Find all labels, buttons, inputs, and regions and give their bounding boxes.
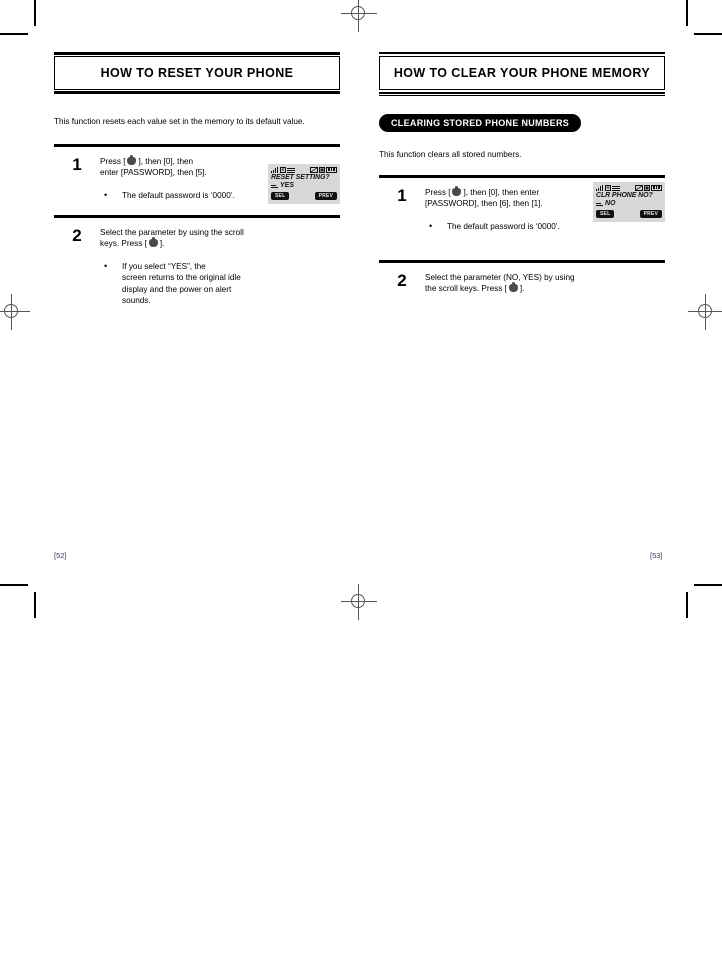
right-page-title-box: HOW TO CLEAR YOUR PHONE MEMORY — [379, 52, 665, 96]
scroll-key-icon — [148, 237, 158, 247]
step-body: Select the parameter (NO, YES) by using … — [425, 263, 665, 295]
step-text-before-key: Select the parameter by using the scroll… — [100, 227, 244, 249]
step-text-after-key: ]. — [519, 284, 525, 293]
title-rule-bottom — [54, 91, 340, 94]
title-rule-bottom — [379, 92, 665, 94]
lcd-softkey-bar: SEL PREV — [271, 192, 337, 200]
lcd-status-right-group: ▣ — [635, 184, 662, 191]
lcd-prompt-line: RESET SETTING? — [271, 174, 330, 181]
roaming-r-icon: R — [605, 185, 611, 191]
step-number: 1 — [72, 154, 82, 174]
crop-mark-bottom-left-horizontal — [0, 584, 28, 586]
scroll-key-icon — [452, 185, 462, 196]
step-body: Select the parameter by using the scroll… — [100, 218, 340, 307]
antenna-icon — [287, 167, 295, 173]
title-rule-bottom-secondary — [379, 95, 665, 96]
phone-lcd-display: R ▣ CLR PHONE NO? NO SEL PREV — [593, 182, 665, 222]
lcd-value-line: NO — [596, 200, 662, 208]
registration-circle — [351, 6, 365, 20]
title-rule-top — [379, 52, 665, 54]
crop-mark-top-left-vertical — [34, 0, 36, 26]
lcd-status-bar: R ▣ — [271, 166, 337, 173]
lcd-softkey-bar: SEL PREV — [596, 210, 662, 218]
bullet-dot-icon: • — [104, 260, 108, 271]
registration-circle — [698, 304, 712, 318]
step-text-before-key: Select the parameter (NO, YES) by using … — [425, 272, 575, 294]
title-frame: HOW TO RESET YOUR PHONE — [54, 56, 340, 90]
step-number: 1 — [397, 185, 407, 205]
softkey-left[interactable]: SEL — [596, 210, 615, 218]
left-page-number: [52] — [54, 551, 67, 560]
section-badge: CLEARING STORED PHONE NUMBERS — [379, 114, 582, 132]
lcd-status-right-group: ▣ — [310, 166, 337, 173]
step-text-before-key: Press [ — [425, 187, 451, 197]
step-text-before-key: Press [ — [100, 156, 126, 166]
left-page-title-box: HOW TO RESET YOUR PHONE — [54, 52, 340, 94]
selection-cursor-icon — [596, 201, 603, 207]
selection-cursor-icon — [271, 183, 278, 189]
registration-target-top — [341, 0, 377, 32]
registration-target-bottom — [341, 584, 377, 620]
envelope-icon — [310, 166, 318, 173]
envelope-icon — [635, 184, 643, 191]
step-number: 2 — [72, 225, 82, 245]
step-block: 2 Select the parameter (NO, YES) by usin… — [379, 263, 665, 295]
crop-mark-top-left-horizontal — [0, 33, 28, 35]
right-page-column: HOW TO CLEAR YOUR PHONE MEMORY CLEARING … — [379, 52, 665, 295]
intro-paragraph: This function clears all stored numbers. — [379, 150, 522, 159]
page-title: HOW TO RESET YOUR PHONE — [100, 66, 294, 80]
step-instruction: Select the parameter (NO, YES) by using … — [425, 272, 665, 295]
phone-lcd-display: R ▣ RESET SETTING? YES SEL PREV — [268, 164, 340, 204]
bullet-dot-icon: • — [429, 220, 433, 231]
lcd-value-line: YES — [271, 182, 337, 190]
lcd-value-text: NO — [605, 200, 616, 207]
scroll-key-icon — [508, 282, 518, 292]
box-icon: ▣ — [644, 184, 650, 191]
lcd-value-text: YES — [280, 182, 295, 189]
lcd-status-bar: R ▣ — [596, 184, 662, 191]
crop-mark-top-right-vertical — [686, 0, 688, 26]
roaming-r-icon: R — [280, 167, 286, 173]
lcd-status-left-group: R — [271, 166, 295, 173]
right-page-number: [53] — [650, 551, 663, 560]
step-text-after-key: ]. — [159, 239, 165, 248]
registration-circle — [4, 304, 18, 318]
title-rule-top — [54, 52, 340, 55]
softkey-left[interactable]: SEL — [271, 192, 290, 200]
bullet-text: The default password is ‘0000’. — [122, 190, 235, 200]
crop-mark-bottom-right-horizontal — [694, 584, 722, 586]
bullet-dot-icon: • — [104, 189, 108, 200]
signal-bars-icon — [271, 166, 279, 173]
step-number: 2 — [397, 270, 407, 290]
crop-mark-bottom-right-vertical — [686, 592, 688, 618]
antenna-icon — [612, 185, 620, 191]
step-block: 2 Select the parameter by using the scro… — [54, 218, 340, 307]
step-bullet: • If you select “YES”, the screen return… — [100, 261, 340, 307]
battery-icon — [651, 184, 662, 191]
softkey-right[interactable]: PREV — [314, 192, 337, 200]
bullet-text: The default password is ‘0000’. — [447, 221, 560, 231]
registration-target-right — [688, 294, 722, 330]
bullet-text: If you select “YES”, the screen returns … — [122, 261, 241, 306]
lcd-prompt-line: CLR PHONE NO? — [596, 192, 653, 199]
softkey-right[interactable]: PREV — [639, 210, 662, 218]
step-instruction: Select the parameter by using the scroll… — [100, 227, 340, 250]
title-frame: HOW TO CLEAR YOUR PHONE MEMORY — [379, 56, 665, 90]
crop-mark-bottom-left-vertical — [34, 592, 36, 618]
step-bullet: • The default password is ‘0000’. — [425, 221, 665, 233]
crop-mark-top-right-horizontal — [694, 33, 722, 35]
registration-circle — [351, 594, 365, 608]
page-title: HOW TO CLEAR YOUR PHONE MEMORY — [393, 66, 651, 80]
box-icon: ▣ — [319, 166, 325, 173]
registration-target-left — [0, 294, 30, 330]
intro-paragraph: This function resets each value set in t… — [54, 117, 305, 126]
signal-bars-icon — [596, 184, 604, 191]
left-page-column: HOW TO RESET YOUR PHONE This function re… — [54, 52, 340, 307]
scroll-key-icon — [127, 154, 137, 165]
lcd-status-left-group: R — [596, 184, 620, 191]
manual-page-spread: HOW TO RESET YOUR PHONE This function re… — [0, 0, 722, 954]
battery-icon — [326, 166, 337, 173]
